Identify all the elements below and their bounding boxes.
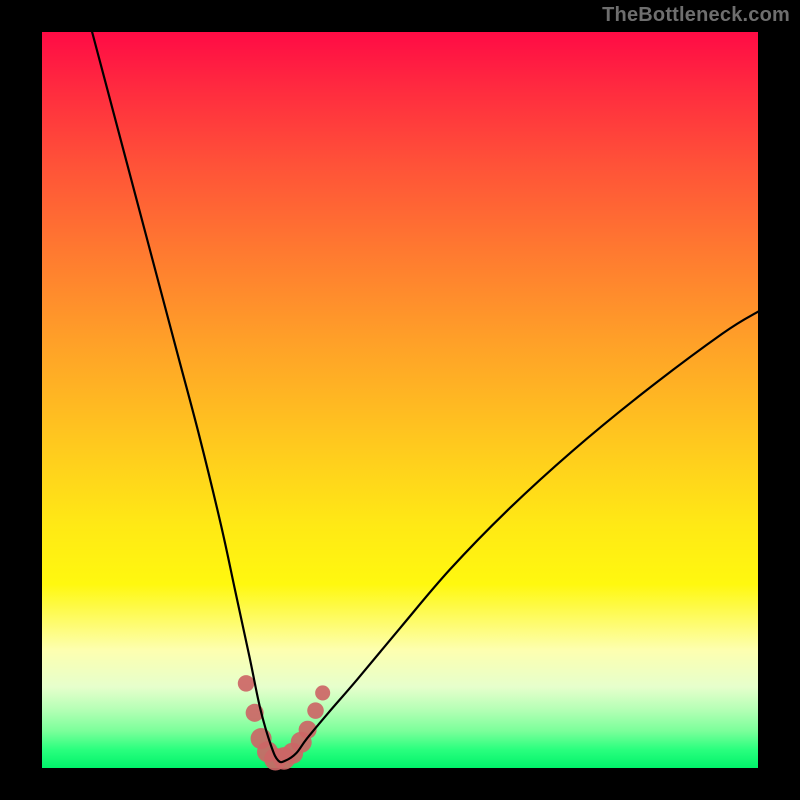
- chart-svg: [42, 32, 758, 768]
- chart-frame: TheBottleneck.com: [0, 0, 800, 800]
- marker-dot: [307, 702, 324, 719]
- markers-group: [238, 675, 330, 770]
- marker-dot: [238, 675, 255, 692]
- bottleneck-curve-path: [92, 32, 758, 762]
- watermark-text: TheBottleneck.com: [602, 4, 790, 27]
- plot-area: [42, 32, 758, 768]
- marker-dot: [315, 685, 330, 700]
